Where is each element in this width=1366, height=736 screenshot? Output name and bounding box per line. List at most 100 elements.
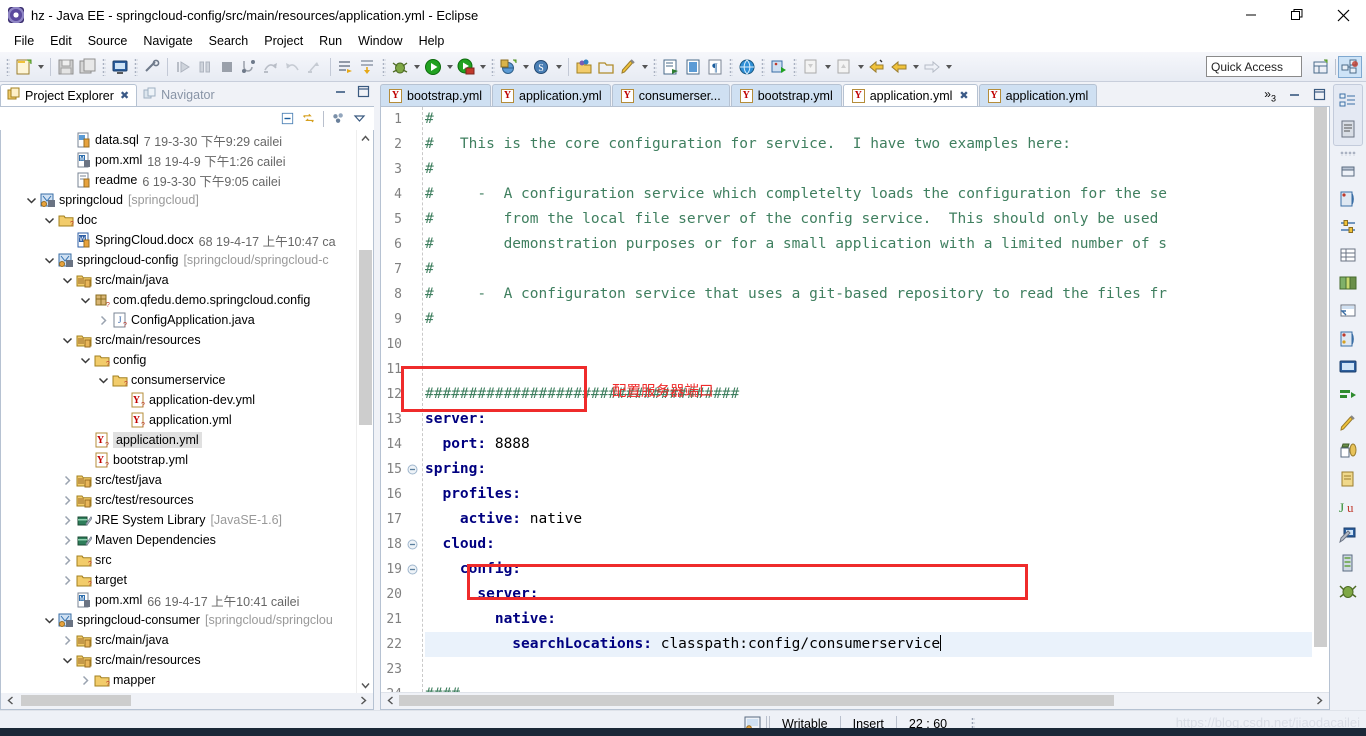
menu-help[interactable]: Help	[411, 32, 453, 50]
close-icon[interactable]: ✖	[120, 89, 129, 102]
chevron-down-icon[interactable]	[95, 375, 111, 386]
code-line[interactable]: #	[425, 157, 1312, 182]
tree-item-src-main-resources[interactable]: src/main/resources	[1, 650, 356, 670]
code-line[interactable]: active: native	[425, 507, 1312, 532]
code-line[interactable]: config:	[425, 557, 1312, 582]
menu-search[interactable]: Search	[201, 32, 257, 50]
show-whitespace-icon[interactable]: ¶	[704, 56, 726, 78]
tree-item-readme[interactable]: readme 6 19-3-30 下午9:05 cailei	[1, 170, 356, 190]
tree-item-consumerservice[interactable]: ? consumerservice	[1, 370, 356, 390]
link-with-editor-icon[interactable]	[302, 112, 315, 125]
run-on-server-icon[interactable]	[768, 56, 790, 78]
outline-view-icon[interactable]	[1334, 87, 1362, 115]
maximize-editor-icon[interactable]	[1313, 88, 1326, 101]
chevron-down-icon[interactable]	[77, 355, 93, 366]
code-line[interactable]: #	[425, 307, 1312, 332]
tab-navigator[interactable]: Navigator	[137, 84, 222, 106]
step-into-icon[interactable]	[238, 56, 260, 78]
markers-view-icon[interactable]	[1334, 297, 1362, 325]
step-return-icon[interactable]	[282, 56, 304, 78]
forward-icon[interactable]	[921, 56, 943, 78]
code-line[interactable]: ####	[425, 682, 1312, 692]
tree-item-src[interactable]: ? src	[1, 550, 356, 570]
close-icon[interactable]: ✖	[959, 89, 968, 102]
new-java-project-dropdown[interactable]	[520, 56, 531, 78]
menu-navigate[interactable]: Navigate	[135, 32, 200, 50]
toolbar-grip-5[interactable]	[491, 57, 495, 76]
chevron-right-icon[interactable]	[77, 675, 93, 686]
save-icon[interactable]	[55, 56, 77, 78]
minimize-editor-icon[interactable]	[1288, 88, 1301, 101]
previous-annotation-icon[interactable]	[833, 56, 855, 78]
back-icon[interactable]	[888, 56, 910, 78]
chevron-down-icon[interactable]	[59, 275, 75, 286]
editor-tab-5[interactable]: Yapplication.yml	[978, 84, 1098, 106]
code-line[interactable]: #	[425, 257, 1312, 282]
code-line[interactable]: # from the local file server of the conf…	[425, 207, 1312, 232]
data-source-explorer-icon[interactable]	[1334, 241, 1362, 269]
properties-view-icon[interactable]	[1334, 213, 1362, 241]
view-menu-icon[interactable]	[353, 112, 366, 125]
open-web-browser-icon[interactable]	[736, 56, 758, 78]
tree-item-src-test-resources[interactable]: src/test/resources	[1, 490, 356, 510]
code-content[interactable]: # # This is the core configuration for se…	[425, 107, 1312, 692]
editor-tab-4[interactable]: Yapplication.yml ✖	[842, 84, 978, 106]
print-icon[interactable]	[109, 56, 131, 78]
chevron-down-icon[interactable]	[23, 195, 39, 206]
terminate-icon[interactable]	[216, 56, 238, 78]
package-explorer-icon[interactable]	[1334, 465, 1362, 493]
open-resource-icon[interactable]	[595, 56, 617, 78]
tree-item-springcloud-consumer[interactable]: springcloud-consumer [springcloud/springc…	[1, 610, 356, 630]
code-line[interactable]: server:	[425, 582, 1312, 607]
run-as-icon[interactable]	[455, 56, 477, 78]
new-wizard-dropdown[interactable]	[35, 56, 46, 78]
tree-item-configapplication-java[interactable]: J? ConfigApplication.java	[1, 310, 356, 330]
toggle-breakpoint-icon[interactable]	[141, 56, 163, 78]
chevron-right-icon[interactable]	[59, 495, 75, 506]
code-line[interactable]: port: 8888	[425, 432, 1312, 457]
scroll-down-icon[interactable]	[357, 677, 373, 693]
menu-run[interactable]: Run	[311, 32, 350, 50]
toggle-mark-occurrences-icon[interactable]	[682, 56, 704, 78]
tree-item-maven-dependencies[interactable]: Maven Dependencies	[1, 530, 356, 550]
toolbar-grip[interactable]	[6, 57, 10, 76]
tree-item-src-main-java[interactable]: src/main/java	[1, 270, 356, 290]
new-wizard-icon[interactable]	[13, 56, 35, 78]
previous-annotation-dropdown[interactable]	[855, 56, 866, 78]
toolbar-grip-4[interactable]	[382, 57, 386, 76]
java-ee-perspective-icon[interactable]	[1338, 56, 1362, 78]
code-line[interactable]	[425, 357, 1312, 382]
new-java-project-icon[interactable]	[498, 56, 520, 78]
use-step-filters-icon[interactable]	[357, 56, 379, 78]
tree-item-src-main-java[interactable]: src/main/java	[1, 630, 356, 650]
tree-item-data-sql[interactable]: data.sql 7 19-3-30 下午9:29 cailei	[1, 130, 356, 150]
scroll-right-icon[interactable]	[355, 693, 372, 708]
resume-icon[interactable]	[172, 56, 194, 78]
highlight-icon[interactable]	[617, 56, 639, 78]
debug-icon[interactable]	[389, 56, 411, 78]
open-perspective-icon[interactable]	[1309, 56, 1333, 78]
code-line[interactable]: #	[425, 107, 1312, 132]
chevron-down-icon[interactable]	[41, 615, 57, 626]
run-as-dropdown[interactable]	[477, 56, 488, 78]
collapse-all-icon[interactable]	[281, 112, 294, 125]
menu-source[interactable]: Source	[80, 32, 136, 50]
tree-item-bootstrap-yml[interactable]: Y? bootstrap.yml	[1, 450, 356, 470]
code-line[interactable]: cloud:	[425, 532, 1312, 557]
chevron-down-icon[interactable]	[41, 255, 57, 266]
tree-item-application-yml[interactable]: Y? application.yml	[1, 430, 356, 450]
new-package-dropdown[interactable]	[553, 56, 564, 78]
toolbar-grip-7[interactable]	[729, 57, 733, 76]
code-line[interactable]: server:	[425, 407, 1312, 432]
save-all-icon[interactable]	[77, 56, 99, 78]
tree-horizontal-scrollbar[interactable]	[0, 693, 374, 710]
restore-icon[interactable]	[1334, 157, 1362, 185]
tree-item-pom-xml[interactable]: Mpom.xml 18 19-4-9 下午1:26 cailei	[1, 150, 356, 170]
search-icon[interactable]	[660, 56, 682, 78]
debug-dropdown[interactable]	[411, 56, 422, 78]
minimize-view-icon[interactable]	[334, 85, 347, 98]
tree-item-target[interactable]: ? target	[1, 570, 356, 590]
yaml-editor[interactable]: 1234567891011121314151617181920212223242…	[380, 106, 1330, 710]
servers-icon[interactable]	[1334, 549, 1362, 577]
chevron-right-icon[interactable]	[59, 555, 75, 566]
